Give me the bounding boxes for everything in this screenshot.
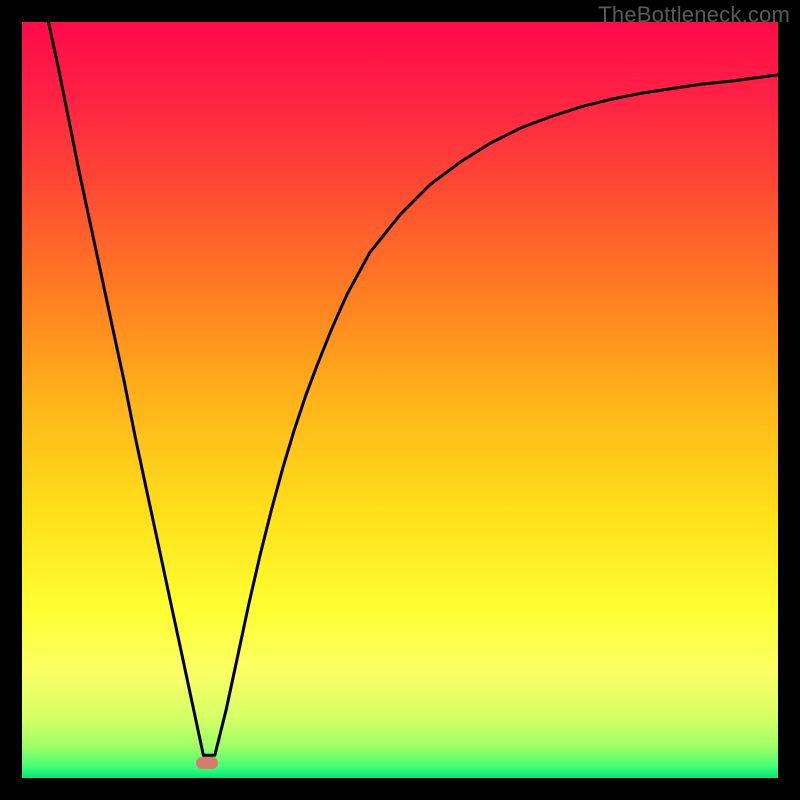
watermark-label: TheBottleneck.com xyxy=(598,2,790,28)
optimum-marker xyxy=(196,757,218,769)
plot-area xyxy=(22,22,778,778)
gradient-background xyxy=(22,22,778,778)
chart-frame: TheBottleneck.com xyxy=(0,0,800,800)
chart-svg xyxy=(22,22,778,778)
